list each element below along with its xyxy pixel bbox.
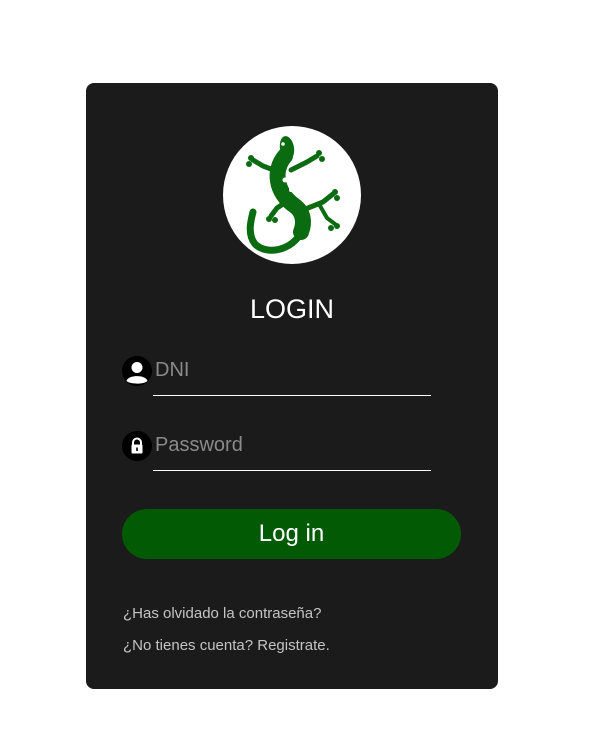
dni-underline (153, 395, 431, 396)
login-card: LOGIN Log in ¿Has olvidado la contraseña… (86, 83, 498, 689)
dni-field (122, 356, 433, 400)
forgot-password-link[interactable]: ¿Has olvidado la contraseña? (123, 605, 321, 622)
password-underline (153, 470, 431, 471)
dni-input[interactable] (153, 356, 433, 384)
lock-icon (122, 431, 152, 461)
user-icon (122, 356, 152, 386)
register-link[interactable]: ¿No tienes cuenta? Registrate. (123, 637, 330, 654)
password-input[interactable] (153, 431, 433, 459)
login-title: LOGIN (249, 294, 335, 324)
gecko-icon (246, 136, 340, 254)
password-field (122, 431, 433, 475)
logo (223, 126, 361, 264)
login-button[interactable]: Log in (122, 509, 461, 559)
